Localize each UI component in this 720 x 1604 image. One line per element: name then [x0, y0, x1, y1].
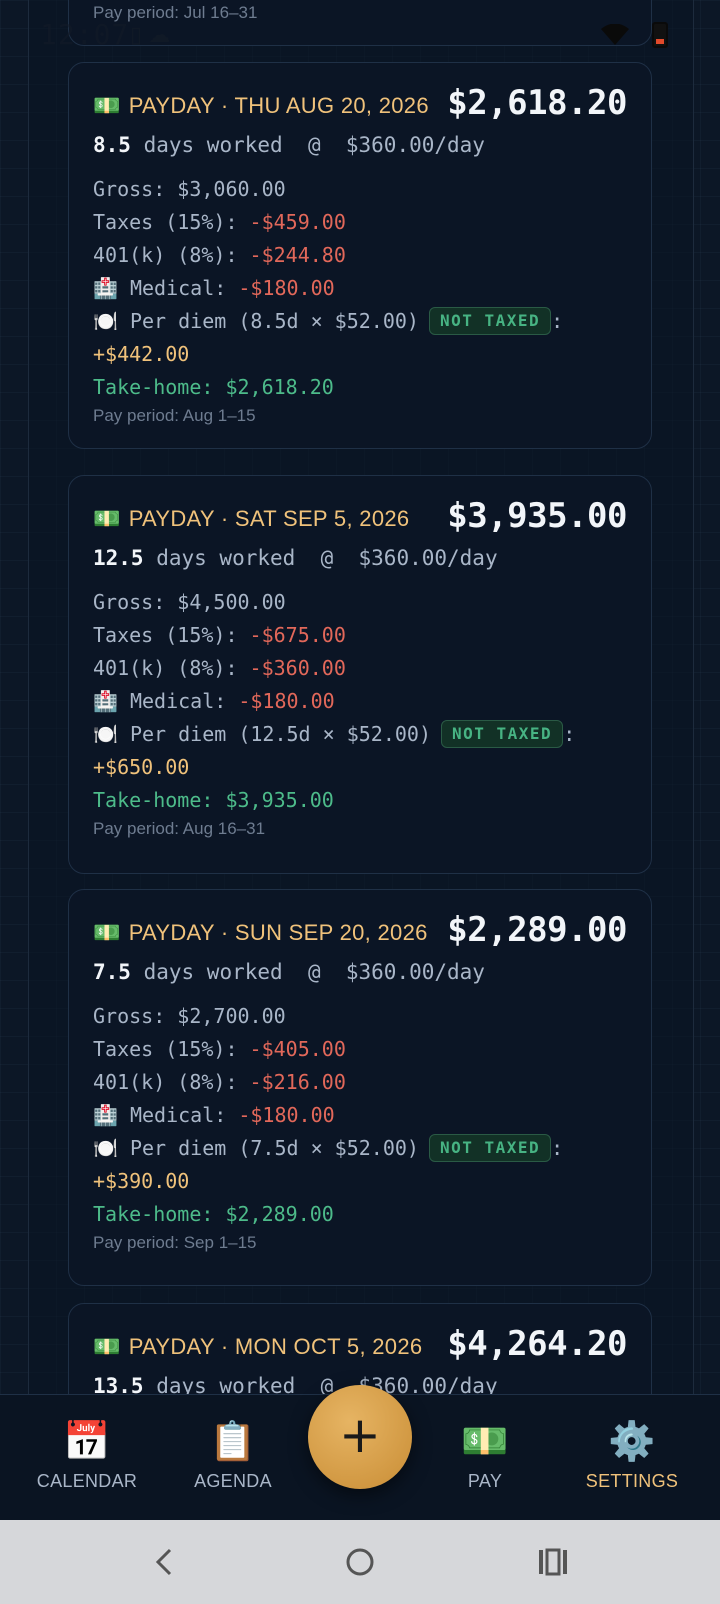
breakdown: Gross: $2,700.00 Taxes (15%): -$405.00 4… [93, 1000, 631, 1231]
nav-label: AGENDA [194, 1471, 272, 1491]
taxes-line: Taxes (15%): -$459.00 [93, 210, 346, 234]
status-time: 12:07 [40, 18, 130, 51]
payday-card[interactable]: 💵 PAYDAY · SUN SEP 20, 2026 $2,289.00 7.5… [68, 889, 652, 1286]
money-icon: 💵 [93, 506, 121, 531]
payday-title: 💵 PAYDAY · THU AUG 20, 2026 [93, 93, 429, 118]
pay-period: Pay period: Aug 16–31 [93, 819, 266, 838]
breakdown: Gross: $4,500.00 Taxes (15%): -$675.00 4… [93, 586, 631, 817]
add-button[interactable]: + [308, 1385, 412, 1489]
money-icon: 💵 [93, 93, 121, 118]
medical-line: 🏥 Medical: -$180.00 [93, 1103, 335, 1127]
gear-icon: ⚙️ [608, 1421, 656, 1463]
battery-icon [652, 22, 668, 48]
payday-title: 💵 PAYDAY · SAT SEP 5, 2026 [93, 506, 410, 531]
plate-icon: 🍽️ [93, 1136, 118, 1160]
nav-label: PAY [467, 1471, 503, 1491]
hospital-icon: 🏥 [93, 276, 118, 300]
plate-icon: 🍽️ [93, 309, 118, 333]
payday-title: 💵 PAYDAY · SUN SEP 20, 2026 [93, 920, 428, 945]
breakdown: Gross: $3,060.00 Taxes (15%): -$459.00 4… [93, 173, 631, 404]
gross-line: Gross: $4,500.00 [93, 590, 286, 614]
days-worked: 7.5 days worked @ $360.00/day [93, 960, 485, 984]
days-worked: 12.5 days worked @ $360.00/day [93, 546, 498, 570]
payday-card[interactable]: 💵 PAYDAY · THU AUG 20, 2026 $2,618.20 8.5… [68, 62, 652, 449]
plate-icon: 🍽️ [93, 722, 118, 746]
money-icon: 💵 [93, 1334, 121, 1359]
401k-line: 401(k) (8%): -$216.00 [93, 1070, 346, 1094]
system-nav-bar [0, 1520, 720, 1604]
not-taxed-badge: NOT TAXED [428, 1133, 552, 1162]
gross-line: Gross: $2,700.00 [93, 1004, 286, 1028]
taxes-line: Taxes (15%): -$675.00 [93, 623, 346, 647]
hospital-icon: 🏥 [93, 689, 118, 713]
401k-line: 401(k) (8%): -$244.80 [93, 243, 346, 267]
back-icon[interactable] [150, 1546, 180, 1578]
payday-title: 💵 PAYDAY · MON OCT 5, 2026 [93, 1334, 423, 1359]
pay-period: Pay period: Sep 1–15 [93, 1233, 257, 1252]
calendar-icon: 📅 [63, 1421, 111, 1463]
take-home-line: Take-home: $2,289.00 [93, 1202, 334, 1226]
clipboard-icon: 📋 [209, 1421, 257, 1463]
pay-period: Pay period: Aug 1–15 [93, 406, 256, 425]
money-icon: 💵 [93, 920, 121, 945]
recents-icon[interactable] [537, 1546, 569, 1578]
per-diem-line: 🍽️ Per diem (7.5d × $52.00) NOT TAXED: [93, 1132, 631, 1165]
per-diem-line: 🍽️ Per diem (8.5d × $52.00) NOT TAXED: [93, 305, 631, 338]
days-worked: 8.5 days worked @ $360.00/day [93, 133, 485, 157]
taxes-line: Taxes (15%): -$405.00 [93, 1037, 346, 1061]
take-home-line: Take-home: $3,935.00 [93, 788, 334, 812]
medical-line: 🏥 Medical: -$180.00 [93, 689, 335, 713]
nav-calendar[interactable]: 📅 CALENDAR [27, 1417, 147, 1492]
money-icon: 💵 [461, 1421, 509, 1463]
per-diem-value: +$442.00 [93, 342, 190, 366]
per-diem-line: 🍽️ Per diem (12.5d × $52.00) NOT TAXED: [93, 718, 631, 751]
not-taxed-badge: NOT TAXED [428, 306, 552, 335]
medical-line: 🏥 Medical: -$180.00 [93, 276, 335, 300]
take-home-line: Take-home: $2,618.20 [93, 375, 334, 399]
payday-amount: $2,289.00 [447, 910, 627, 950]
per-diem-value: +$650.00 [93, 755, 190, 779]
gross-line: Gross: $3,060.00 [93, 177, 286, 201]
nav-label: SETTINGS [585, 1471, 679, 1491]
status-bar: 12:07 ▯ ☁ [0, 0, 720, 70]
payday-amount: $2,618.20 [447, 83, 627, 123]
payday-card[interactable]: 💵 PAYDAY · SAT SEP 5, 2026 $3,935.00 12.5… [68, 475, 652, 874]
nav-settings[interactable]: ⚙️ SETTINGS [572, 1417, 692, 1492]
sim-icon: ▯ [130, 22, 143, 47]
nav-pay[interactable]: 💵 PAY [425, 1417, 545, 1492]
cloud-icon: ☁ [148, 22, 171, 47]
payday-amount: $4,264.20 [447, 1324, 627, 1364]
hospital-icon: 🏥 [93, 1103, 118, 1127]
payday-amount: $3,935.00 [447, 496, 627, 536]
status-icons: ▯ ☁ [130, 22, 170, 48]
401k-line: 401(k) (8%): -$360.00 [93, 656, 346, 680]
home-icon[interactable] [344, 1546, 376, 1578]
not-taxed-badge: NOT TAXED [440, 719, 564, 748]
nav-agenda[interactable]: 📋 AGENDA [173, 1417, 293, 1492]
wifi-icon [601, 24, 629, 45]
nav-label: CALENDAR [36, 1471, 138, 1491]
per-diem-value: +$390.00 [93, 1169, 190, 1193]
